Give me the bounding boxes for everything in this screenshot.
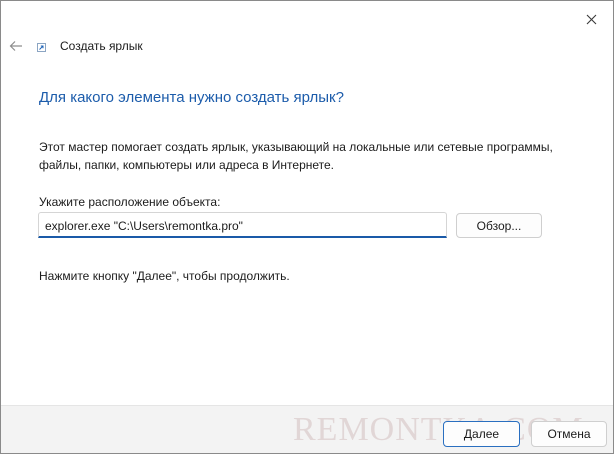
shortcut-icon: [37, 43, 46, 52]
continue-hint: Нажмите кнопку "Далее", чтобы продолжить…: [39, 269, 290, 283]
page-heading: Для какого элемента нужно создать ярлык?: [39, 89, 344, 106]
next-button[interactable]: Далее: [443, 421, 520, 447]
location-input[interactable]: [38, 212, 447, 238]
back-arrow-icon: [9, 41, 22, 51]
back-button[interactable]: [7, 37, 25, 55]
close-icon: [586, 14, 596, 24]
create-shortcut-window: Создать ярлык Для какого элемента нужно …: [0, 0, 614, 454]
location-label: Укажите расположение объекта:: [39, 195, 221, 209]
browse-button[interactable]: Обзор...: [456, 213, 542, 238]
close-button[interactable]: [581, 9, 601, 29]
footer-bar: [1, 405, 613, 453]
cancel-button[interactable]: Отмена: [531, 421, 607, 447]
wizard-title: Создать ярлык: [60, 39, 143, 53]
wizard-description: Этот мастер помогает создать ярлык, указ…: [39, 140, 553, 172]
